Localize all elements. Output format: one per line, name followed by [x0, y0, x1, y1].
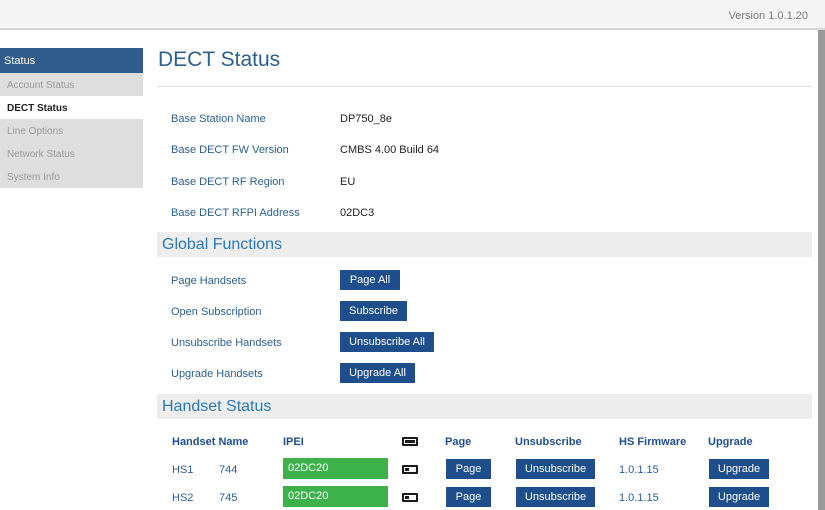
column-header-page: Page: [445, 436, 472, 448]
base-fw-version-label: Base DECT FW Version: [171, 144, 289, 156]
unsubscribe-all-button[interactable]: Unsubscribe All: [340, 332, 434, 352]
ipei-status-hs2: 02DC20: [283, 486, 388, 507]
battery-low-icon: [402, 493, 418, 502]
sidebar-item-line-options[interactable]: Line Options: [0, 119, 143, 142]
global-functions-section: Global Functions: [157, 232, 812, 257]
handset-status-title: Handset Status: [162, 398, 272, 415]
unsubscribe-button-hs1[interactable]: Unsubscribe: [516, 459, 595, 479]
base-station-name-value: DP750_8e: [340, 113, 392, 125]
base-rf-region-label: Base DECT RF Region: [171, 176, 285, 188]
battery-low-icon: [402, 465, 418, 474]
handset-name-hs2: 745: [219, 492, 238, 504]
page-button-hs2[interactable]: Page: [446, 487, 491, 507]
upgrade-handsets-label: Upgrade Handsets: [171, 368, 263, 380]
handset-name-hs1: 744: [219, 464, 238, 476]
top-header: Version 1.0.1.20: [0, 0, 825, 30]
upgrade-button-hs2[interactable]: Upgrade: [709, 487, 769, 507]
sidebar: Status Account Status DECT Status Line O…: [0, 48, 143, 188]
base-station-name-label: Base Station Name: [171, 113, 266, 125]
hs-firmware-hs2: 1.0.1.15: [619, 492, 659, 504]
upgrade-all-button[interactable]: Upgrade All: [340, 363, 415, 383]
open-subscription-label: Open Subscription: [171, 306, 262, 318]
sidebar-item-network-status[interactable]: Network Status: [0, 142, 143, 165]
sidebar-item-system-info[interactable]: System Info: [0, 165, 143, 188]
battery-full-icon: [402, 437, 418, 446]
sidebar-item-account-status[interactable]: Account Status: [0, 73, 143, 96]
global-functions-title: Global Functions: [162, 236, 283, 253]
handset-status-section: Handset Status: [157, 394, 812, 419]
sidebar-header-status[interactable]: Status: [0, 48, 143, 73]
base-rf-region-value: EU: [340, 176, 356, 188]
column-header-upgrade: Upgrade: [708, 436, 753, 448]
column-header-unsubscribe: Unsubscribe: [515, 436, 582, 448]
handset-id-hs1: HS1: [172, 464, 194, 476]
page-all-button[interactable]: Page All: [340, 270, 400, 290]
handset-id-hs2: HS2: [172, 492, 194, 504]
base-fw-version-value: CMBS 4.00 Build 64: [340, 144, 440, 156]
page-button-hs1[interactable]: Page: [446, 459, 491, 479]
column-header-handset-name: Handset Name: [172, 436, 249, 448]
title-divider: [158, 86, 812, 87]
base-rfpi-address-label: Base DECT RFPI Address: [171, 207, 300, 219]
column-header-hs-firmware: HS Firmware: [619, 436, 687, 448]
subscribe-button[interactable]: Subscribe: [340, 301, 407, 321]
ipei-status-hs1: 02DC20: [283, 458, 388, 479]
page-title: DECT Status: [158, 48, 281, 71]
sidebar-item-dect-status[interactable]: DECT Status: [0, 96, 143, 119]
unsubscribe-handsets-label: Unsubscribe Handsets: [171, 337, 282, 349]
upgrade-button-hs1[interactable]: Upgrade: [709, 459, 769, 479]
scrollbar[interactable]: [818, 30, 825, 510]
version-label: Version 1.0.1.20: [728, 10, 808, 22]
page-handsets-label: Page Handsets: [171, 275, 247, 287]
hs-firmware-hs1: 1.0.1.15: [619, 464, 659, 476]
column-header-ipei: IPEI: [283, 436, 304, 448]
base-rfpi-address-value: 02DC3: [340, 207, 375, 219]
unsubscribe-button-hs2[interactable]: Unsubscribe: [516, 487, 595, 507]
